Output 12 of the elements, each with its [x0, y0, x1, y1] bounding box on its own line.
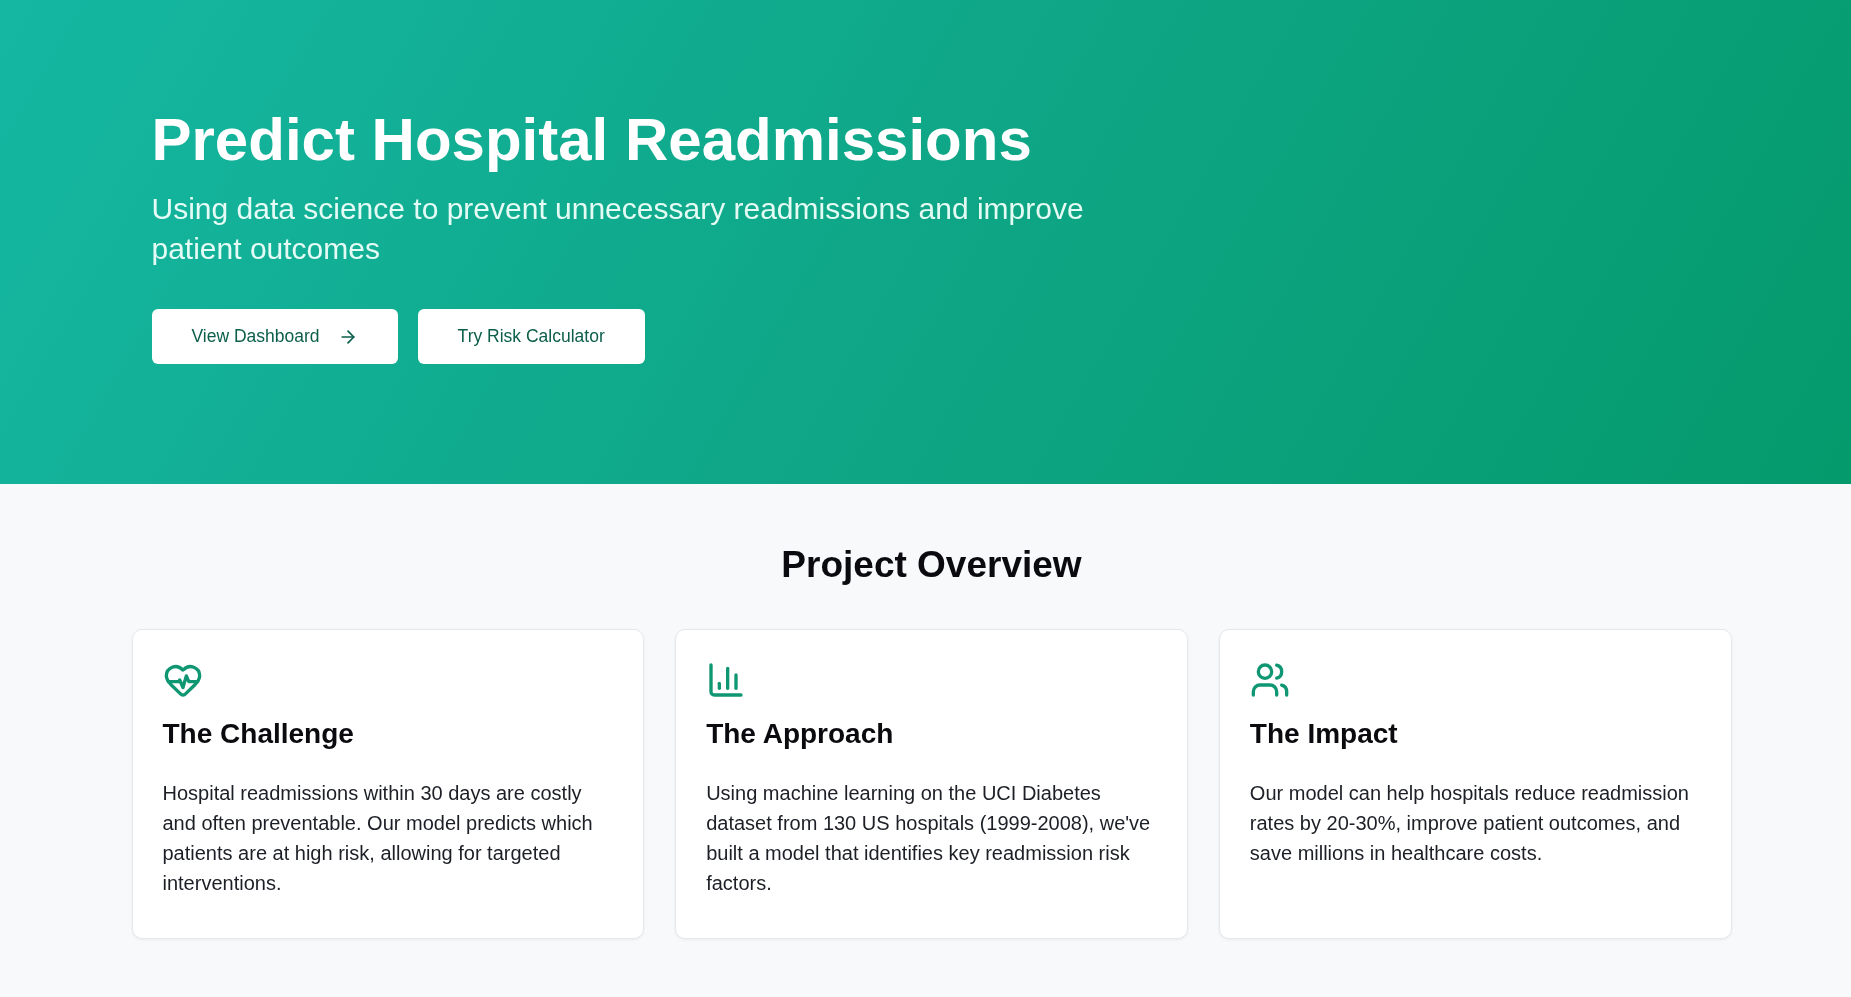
hero-subtitle: Using data science to prevent unnecessary readmissions and improve patient outcomes — [151, 191, 1085, 267]
card-text: Using machine learning on the UCI Diabetes dataset from 130 US hospitals (1999-2008), we've built a model that identifies key readmission risk factors. — [706, 781, 1152, 896]
users-icon — [1249, 660, 1290, 700]
hero-title: Predict Hospital Readmissions — [151, 105, 1032, 174]
card-text: Our model can help hospitals reduce readmission rates by 20-30%, improve patient outcomes, and save millions in healthcare costs. — [1249, 781, 1690, 866]
hero-button[interactable]: Try Risk Calculator — [417, 309, 645, 364]
card-title: The Challenge — [162, 717, 354, 751]
card-title: The Impact — [1249, 717, 1398, 751]
hero-button[interactable]: View Dashboard — [151, 309, 398, 364]
card-text: Hospital readmissions within 30 days are costly and often preventable. Our model predicts which patients are at high risk, allowing for targeted interventions. — [162, 781, 594, 896]
card-title: The Approach — [706, 717, 894, 751]
section-heading: Project Overview — [780, 543, 1083, 587]
